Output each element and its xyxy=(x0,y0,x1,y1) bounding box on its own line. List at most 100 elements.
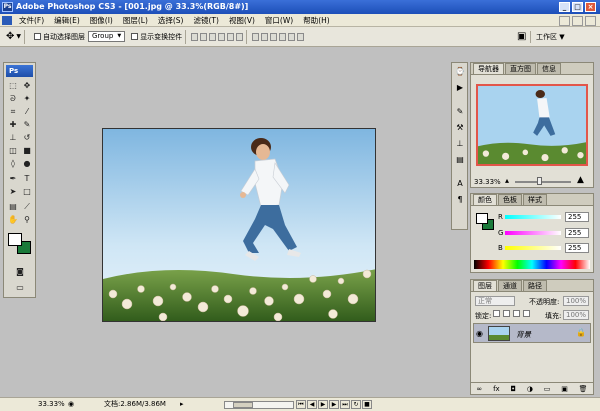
menu-layer[interactable]: 图层(L) xyxy=(118,14,153,27)
color-spectrum-bar[interactable] xyxy=(474,260,590,269)
show-transform-checkbox[interactable]: 显示变换控件 xyxy=(131,32,182,42)
move-tool-preset[interactable]: ✥ ▼ xyxy=(6,31,21,42)
distribute-hcenter-icon[interactable] xyxy=(288,32,296,41)
distribute-vcenter-icon[interactable] xyxy=(261,32,269,41)
minimize-button[interactable]: _ xyxy=(559,2,570,12)
scrollbar-thumb[interactable] xyxy=(233,402,253,408)
horizontal-scrollbar[interactable] xyxy=(224,401,294,409)
first-frame-icon[interactable]: ⏮ xyxy=(296,400,306,409)
screen-mode-icon[interactable]: ▭ xyxy=(13,282,27,293)
path-select-icon[interactable]: ➤ xyxy=(7,186,19,197)
last-frame-icon[interactable]: ⏭ xyxy=(340,400,350,409)
brush-tool-icon[interactable]: ✎ xyxy=(21,119,33,130)
eyedropper-icon[interactable]: ⟋ xyxy=(21,201,33,212)
layer-mask-icon[interactable]: ◘ xyxy=(510,385,516,393)
align-bottom-icon[interactable] xyxy=(209,32,217,41)
align-left-icon[interactable] xyxy=(218,32,226,41)
lasso-tool-icon[interactable]: ᘐ xyxy=(7,93,19,104)
actions-palette-icon[interactable]: ▶ xyxy=(455,83,465,93)
hand-tool-icon[interactable]: ✋ xyxy=(7,214,19,225)
layer-name[interactable]: 背景 xyxy=(516,329,531,340)
tab-layers[interactable]: 图层 xyxy=(473,280,497,291)
blend-mode-dropdown[interactable]: 正常 xyxy=(475,296,515,306)
tab-paths[interactable]: 路径 xyxy=(523,280,547,291)
tab-styles[interactable]: 样式 xyxy=(523,194,547,205)
distribute-top-icon[interactable] xyxy=(252,32,260,41)
marquee-tool-icon[interactable]: ⬚ xyxy=(7,80,19,91)
auto-select-dropdown[interactable]: Group ▼ xyxy=(88,31,126,42)
history-palette-icon[interactable]: ⌚ xyxy=(455,67,465,77)
type-tool-icon[interactable]: T xyxy=(21,173,33,184)
align-right-icon[interactable] xyxy=(236,32,244,41)
distribute-left-icon[interactable] xyxy=(279,32,287,41)
menu-image[interactable]: 图像(I) xyxy=(85,14,118,27)
distribute-bottom-icon[interactable] xyxy=(270,32,278,41)
magic-wand-icon[interactable]: ✦ xyxy=(21,93,33,104)
g-value[interactable]: 255 xyxy=(565,228,589,238)
opacity-input[interactable]: 100% xyxy=(563,296,589,306)
navigator-zoom-readout[interactable]: 33.33% xyxy=(474,178,501,186)
r-slider[interactable] xyxy=(505,215,561,219)
align-hcenter-icon[interactable] xyxy=(227,32,235,41)
menu-help[interactable]: 帮助(H) xyxy=(298,14,335,27)
clone-source-icon[interactable]: ⊥ xyxy=(455,139,465,149)
slice-tool-icon[interactable]: ⁄ xyxy=(21,106,33,117)
link-layers-icon[interactable]: ∞ xyxy=(476,385,482,393)
navigator-zoom-slider[interactable] xyxy=(515,181,571,183)
zoom-out-icon[interactable]: ▴ xyxy=(505,176,509,185)
pen-tool-icon[interactable]: ✒ xyxy=(7,173,19,184)
close-button[interactable]: × xyxy=(585,2,596,12)
visibility-eye-icon[interactable]: ◉ xyxy=(476,329,483,338)
navigator-slider-thumb[interactable] xyxy=(537,177,542,185)
doc-restore-button[interactable] xyxy=(572,16,583,26)
status-info-icon[interactable]: ◉ xyxy=(68,398,74,411)
character-palette-icon[interactable]: A xyxy=(455,179,465,189)
history-brush-icon[interactable]: ↺ xyxy=(21,132,33,143)
paragraph-palette-icon[interactable]: ¶ xyxy=(455,195,465,205)
distribute-right-icon[interactable] xyxy=(297,32,305,41)
shape-tool-icon[interactable]: □ xyxy=(21,186,33,197)
document-canvas[interactable] xyxy=(102,128,376,322)
menu-select[interactable]: 选择(S) xyxy=(153,14,189,27)
tool-presets-icon[interactable]: ⚒ xyxy=(455,123,465,133)
doc-minimize-button[interactable] xyxy=(559,16,570,26)
tab-histogram[interactable]: 直方图 xyxy=(505,63,536,74)
lock-position-icon[interactable] xyxy=(513,310,520,317)
tab-color[interactable]: 颜色 xyxy=(473,194,497,205)
tab-info[interactable]: 信息 xyxy=(537,63,561,74)
tab-navigator[interactable]: 导航器 xyxy=(473,63,504,74)
status-zoom[interactable]: 33.33% xyxy=(38,398,65,411)
menu-filter[interactable]: 滤镜(T) xyxy=(189,14,224,27)
notes-tool-icon[interactable]: ▤ xyxy=(7,201,19,212)
lock-all-icon[interactable] xyxy=(523,310,530,317)
r-value[interactable]: 255 xyxy=(565,212,589,222)
crop-tool-icon[interactable]: ⌗ xyxy=(7,106,19,117)
stop-icon[interactable]: ■ xyxy=(362,400,372,409)
dodge-tool-icon[interactable]: ● xyxy=(21,158,33,169)
clone-stamp-icon[interactable]: ⊥ xyxy=(7,132,19,143)
navigator-preview[interactable] xyxy=(476,84,588,166)
next-frame-icon[interactable]: ▶ xyxy=(329,400,339,409)
foreground-color-swatch[interactable] xyxy=(8,233,22,246)
doc-close-button[interactable] xyxy=(585,16,596,26)
tab-swatches[interactable]: 色板 xyxy=(498,194,522,205)
gradient-tool-icon[interactable]: ■ xyxy=(21,145,33,156)
play-icon[interactable]: ▶ xyxy=(318,400,328,409)
zoom-tool-icon[interactable]: ⚲ xyxy=(21,214,33,225)
layer-row[interactable]: ◉ 背景 🔒 xyxy=(473,323,591,343)
auto-select-checkbox[interactable]: 自动选择图层 xyxy=(34,32,85,42)
status-menu-icon[interactable]: ▸ xyxy=(180,398,184,411)
healing-brush-icon[interactable]: ✚ xyxy=(7,119,19,130)
brushes-palette-icon[interactable]: ✎ xyxy=(455,107,465,117)
layer-comps-icon[interactable]: ▤ xyxy=(455,155,465,165)
layer-style-icon[interactable]: fx xyxy=(493,385,500,393)
menu-edit[interactable]: 编辑(E) xyxy=(49,14,85,27)
restore-button[interactable]: □ xyxy=(572,2,583,12)
b-slider[interactable] xyxy=(505,246,561,250)
g-slider[interactable] xyxy=(505,231,561,235)
prev-frame-icon[interactable]: ◀ xyxy=(307,400,317,409)
menu-file[interactable]: 文件(F) xyxy=(14,14,49,27)
new-group-icon[interactable]: ▭ xyxy=(544,385,551,393)
tab-channels[interactable]: 通道 xyxy=(498,280,522,291)
move-tool-icon[interactable]: ✥ xyxy=(21,80,33,91)
